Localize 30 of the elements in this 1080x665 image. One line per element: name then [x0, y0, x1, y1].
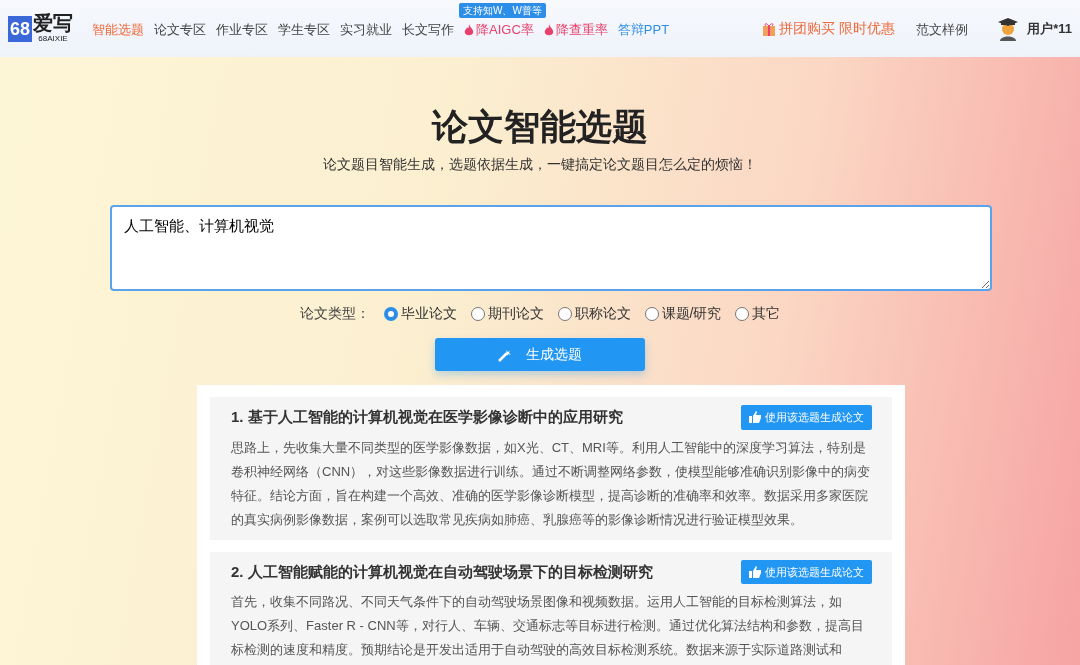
sample-essays-link[interactable]: 范文样例 [911, 20, 974, 40]
topic-input-field[interactable]: 人工智能、计算机视觉 [110, 205, 992, 292]
page-title: 论文智能选题 [432, 105, 648, 149]
nav-link[interactable]: 降查重率 [538, 18, 613, 42]
paper-type-radio[interactable]: 其它 [735, 303, 781, 325]
magic-wand-icon [498, 347, 514, 362]
thumbs-up-icon [749, 565, 762, 578]
paper-type-radio[interactable]: 毕业论文 [383, 303, 457, 325]
nav-link[interactable]: 降AIGC率 [459, 18, 539, 42]
nav-link[interactable]: 学生专区 [273, 18, 336, 42]
paper-type-radio[interactable]: 课题/研究 [644, 303, 722, 325]
flame-icon [543, 23, 554, 37]
topic-title: 1. 基于人工智能的计算机视觉在医学影像诊断中的应用研究 [231, 407, 623, 428]
nav-link[interactable]: 作业专区 [211, 18, 274, 42]
flame-icon [464, 23, 475, 37]
paper-type-radio[interactable]: 职称论文 [557, 303, 631, 325]
page-subtitle: 论文题目智能生成，选题依据生成，一键搞定论文题目怎么定的烦恼！ [323, 156, 757, 173]
paper-type-radio[interactable]: 期刊论文 [470, 303, 544, 325]
topic-description: 首先，收集不同路况、不同天气条件下的自动驾驶场景图像和视频数据。运用人工智能的目标检测算法，如YOLO系列、Faster R - CNN等，对行人、车辆、交通标志等目标进行检测。通过优化算法结构和参数，提高目标检测的速度和精度。预期结论是开发出适用于自动驾驶的高效目标检测系统。数据来源于实际道路测试和 [231, 593, 865, 660]
support-badge: 支持知W、W普等 [459, 3, 546, 18]
graduate-avatar-icon [997, 16, 1020, 41]
nav-link[interactable]: 长文写作 [397, 18, 460, 42]
topic-title: 2. 人工智能赋能的计算机视觉在自动驾驶场景下的目标检测研究 [231, 561, 653, 582]
thumbs-up-icon [749, 411, 762, 424]
nav-link[interactable]: 实习就业 [335, 18, 398, 42]
gift-icon [763, 21, 776, 36]
paper-type-label: 论文类型： [299, 304, 370, 324]
nav-link[interactable]: 论文专区 [149, 18, 212, 42]
user-account-menu[interactable]: 用户*11 [997, 16, 1072, 41]
topic-description: 思路上，先收集大量不同类型的医学影像数据，如X光、CT、MRI等。利用人工智能中的深度学习算法，特别是卷积神经网络（CNN），对这些影像数据进行训练。通过不断调整网络参数，使模型能够准确识别影像中的病变特征。结论方面，旨在构建一个高效、准确的医学影像诊断模型，提高诊断的准确率和效率。数据采用多家医院的真实病例影像数据，案例可以选取常见疾病如肺癌、乳腺癌等的影像诊断情况进行验证模型效果。 [231, 438, 872, 529]
